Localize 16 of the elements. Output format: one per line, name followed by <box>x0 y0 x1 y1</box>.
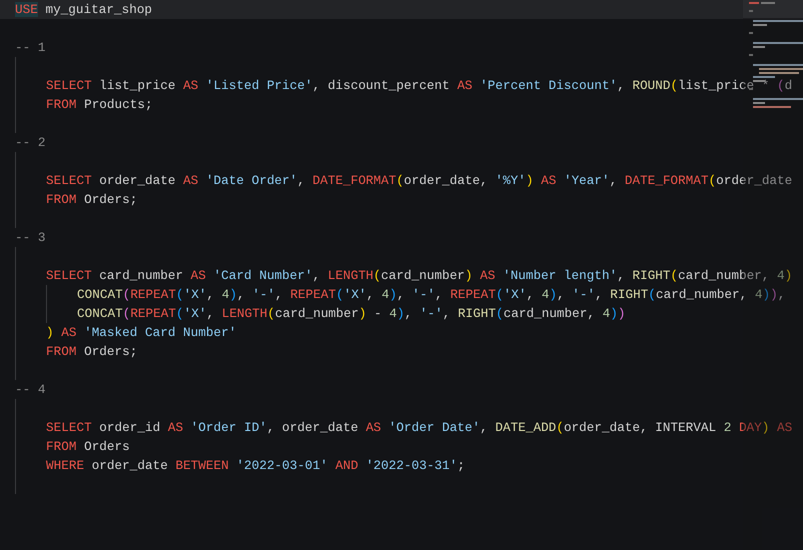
code-line: ) AS 'Masked Card Number' <box>46 325 236 340</box>
code-line: CONCAT(REPEAT('X', LENGTH(card_number) - 4), '-', RIGHT(card_number, 4)) <box>77 306 626 321</box>
code-line: SELECT card_number AS 'Card Number', LENGTH(card_number) AS 'Number length', RIGHT(card_number, 4) <box>46 268 792 283</box>
code-comment: -- 4 <box>15 382 46 397</box>
code-comment: -- 3 <box>15 230 46 245</box>
code-line: USE my_guitar_shop <box>15 2 152 17</box>
code-line: FROM Orders; <box>46 192 138 207</box>
code-line: FROM Orders; <box>46 344 138 359</box>
code-comment: -- 2 <box>15 135 46 150</box>
code-line: CONCAT(REPEAT('X', 4), '-', REPEAT('X', 4), '-', REPEAT('X', 4), '-', RIGHT(card_number, 4)), <box>77 287 786 302</box>
code-line: SELECT order_date AS 'Date Order', DATE_FORMAT(order_date, '%Y') AS 'Year', DATE_FORMAT(order_date <box>46 173 792 188</box>
code-line: WHERE order_date BETWEEN '2022-03-01' AND '2022-03-31'; <box>46 458 465 473</box>
code-comment: -- 1 <box>15 40 46 55</box>
code-line: FROM Products; <box>46 97 153 112</box>
code-line: SELECT order_id AS 'Order ID', order_date AS 'Order Date', DATE_ADD(order_date, INTERVAL 2 DAY) AS <box>46 420 792 435</box>
code-line: FROM Orders <box>46 439 130 454</box>
